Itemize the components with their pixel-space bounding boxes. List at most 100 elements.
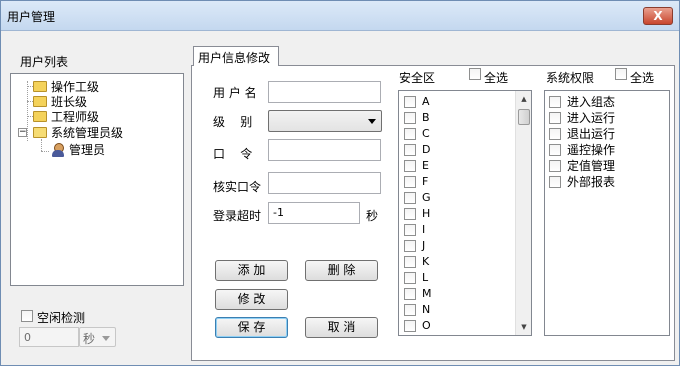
user-tree[interactable]: 操作工级 班长级 工程师级 − 系统管理员级 管理员 — [10, 73, 184, 286]
login-timeout-unit: 秒 — [366, 209, 379, 223]
list-item[interactable]: E — [404, 158, 429, 173]
list-item[interactable]: D — [404, 142, 430, 157]
idle-unit-value: 秒 — [83, 332, 96, 346]
checkbox[interactable] — [404, 175, 416, 188]
chevron-down-icon — [368, 119, 376, 124]
tree-item-label: 系统管理员级 — [51, 126, 124, 140]
list-item-label: E — [422, 159, 429, 172]
list-item-label: O — [422, 319, 431, 332]
password-input[interactable] — [268, 139, 381, 161]
scroll-down-icon[interactable]: ▼ — [516, 319, 531, 335]
login-timeout-input[interactable]: -1 — [268, 202, 360, 224]
list-item[interactable]: M — [404, 286, 432, 301]
tree-item-engineer[interactable]: 工程师级 — [33, 109, 99, 124]
list-item[interactable]: H — [404, 206, 430, 221]
checkbox[interactable] — [549, 159, 561, 172]
list-item[interactable]: I — [404, 222, 425, 237]
list-item[interactable]: B — [404, 110, 430, 125]
list-item-label: D — [422, 143, 431, 156]
idle-unit-select[interactable]: 秒 — [79, 327, 116, 347]
scroll-up-icon[interactable]: ▲ — [516, 91, 531, 107]
permissions-list[interactable]: 进入组态 进入运行 退出运行 遥控操作 定值管理 外部报表 — [544, 90, 670, 336]
security-zone-label: 安全区 — [399, 71, 436, 85]
tree-connector — [41, 151, 49, 152]
list-item[interactable]: K — [404, 254, 429, 269]
list-item[interactable]: N — [404, 302, 430, 317]
scroll-thumb[interactable] — [518, 109, 530, 125]
list-item[interactable]: 定值管理 — [549, 158, 615, 173]
checkbox[interactable] — [404, 207, 416, 220]
checkbox[interactable] — [549, 143, 561, 156]
list-item[interactable]: 进入运行 — [549, 110, 615, 125]
add-button[interactable]: 添 加 — [215, 260, 288, 281]
username-input[interactable] — [268, 81, 381, 103]
username-label: 用 户 名 — [213, 86, 257, 100]
permissions-select-all-checkbox[interactable] — [615, 68, 627, 80]
security-zone-select-all-checkbox[interactable] — [469, 68, 481, 80]
tree-item-label: 管理员 — [69, 143, 106, 157]
window-title: 用户管理 — [7, 10, 56, 24]
checkbox[interactable] — [404, 191, 416, 204]
cancel-button[interactable]: 取 消 — [305, 317, 378, 338]
folder-icon — [33, 81, 47, 92]
collapse-expander-icon[interactable]: − — [18, 128, 27, 137]
checkbox[interactable] — [404, 287, 416, 300]
list-item-label: N — [422, 303, 431, 316]
checkbox[interactable] — [404, 127, 416, 140]
list-item[interactable]: 进入组态 — [549, 94, 615, 109]
tree-item-admin-user[interactable]: 管理员 — [51, 142, 105, 157]
checkbox[interactable] — [549, 175, 561, 188]
user-list-label: 用户列表 — [20, 55, 69, 69]
checkbox[interactable] — [404, 95, 416, 108]
list-item[interactable]: 外部报表 — [549, 174, 615, 189]
checkbox[interactable] — [404, 111, 416, 124]
login-timeout-label: 登录超时 — [213, 209, 262, 223]
list-item-label: A — [422, 95, 430, 108]
checkbox[interactable] — [404, 255, 416, 268]
list-item-label: K — [422, 255, 430, 268]
title-bar: 用户管理 X — [1, 1, 679, 31]
security-zone-list[interactable]: A B C D E F G H I J K L M N O ▲ ▼ — [398, 90, 532, 336]
checkbox[interactable] — [404, 319, 416, 332]
list-item-label: L — [422, 271, 429, 284]
user-management-window: 用户管理 X 用户列表 操作工级 班长级 工程师级 − 系统管理员级 管理员 空… — [0, 0, 680, 366]
tree-item-sysadmin-level[interactable]: 系统管理员级 — [33, 125, 123, 140]
tree-item-operator[interactable]: 操作工级 — [33, 79, 99, 94]
checkbox[interactable] — [404, 223, 416, 236]
list-item-label: 进入运行 — [567, 111, 616, 125]
modify-button[interactable]: 修 改 — [215, 289, 288, 310]
tab-user-info-edit[interactable]: 用户信息修改 — [193, 46, 279, 66]
level-select[interactable] — [268, 110, 382, 132]
idle-check-checkbox[interactable] — [21, 310, 33, 322]
save-button[interactable]: 保 存 — [215, 317, 288, 338]
idle-time-input[interactable]: 0 — [19, 327, 79, 347]
tree-item-shift-leader[interactable]: 班长级 — [33, 94, 87, 109]
list-item[interactable]: 退出运行 — [549, 126, 615, 141]
list-item[interactable]: F — [404, 174, 428, 189]
list-item[interactable]: L — [404, 270, 428, 285]
list-item-label: C — [422, 127, 430, 140]
folder-icon — [33, 111, 47, 122]
password-label: 口 令 — [213, 147, 253, 161]
list-item[interactable]: 遥控操作 — [549, 142, 615, 157]
checkbox[interactable] — [549, 111, 561, 124]
close-button[interactable]: X — [643, 7, 673, 25]
checkbox[interactable] — [549, 127, 561, 140]
checkbox[interactable] — [404, 239, 416, 252]
list-item[interactable]: G — [404, 190, 431, 205]
list-item[interactable]: O — [404, 318, 431, 333]
checkbox[interactable] — [404, 159, 416, 172]
tree-connector — [27, 81, 28, 141]
delete-button[interactable]: 删 除 — [305, 260, 378, 281]
security-zone-scrollbar[interactable]: ▲ ▼ — [515, 91, 531, 335]
list-item[interactable]: A — [404, 94, 430, 109]
list-item[interactable]: J — [404, 238, 425, 253]
checkbox[interactable] — [404, 303, 416, 316]
checkbox[interactable] — [404, 143, 416, 156]
confirm-password-input[interactable] — [268, 172, 381, 194]
list-item-label: M — [422, 287, 432, 300]
list-item-label: J — [422, 239, 426, 252]
checkbox[interactable] — [549, 95, 561, 108]
checkbox[interactable] — [404, 271, 416, 284]
list-item[interactable]: C — [404, 126, 430, 141]
